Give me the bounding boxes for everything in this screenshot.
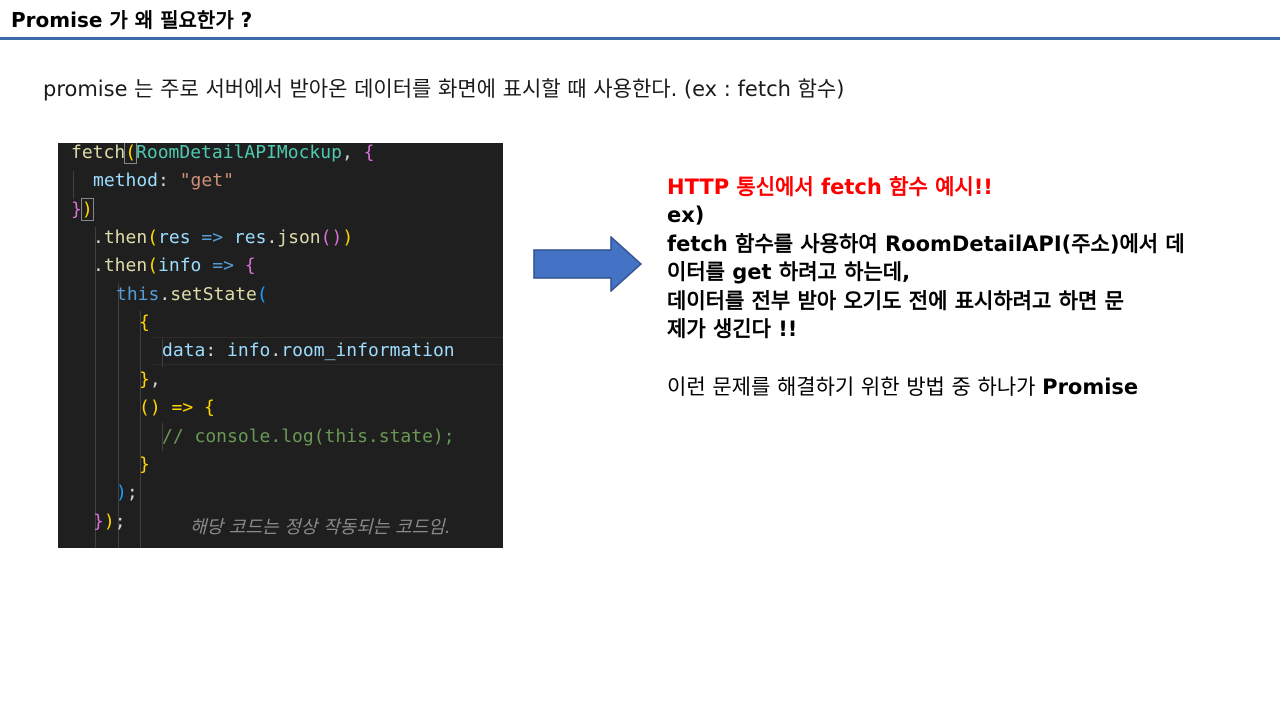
code-line-3: }) [71,198,94,221]
slide-title: Promise 가 왜 필요한가 ? [11,8,253,32]
code-line-11: // console.log(this.state); [162,426,455,447]
code-line-12: } [139,454,150,475]
code-line-13: ); [116,482,138,503]
explain-heading: HTTP 통신에서 fetch 함수 예시!! [667,175,993,199]
code-line-1: fetch(RoomDetailAPIMockup, { [71,143,375,164]
code-note: 해당 코드는 정상 작동되는 코드임. [190,517,451,538]
explain-line: 이터를 get 하려고 하는데, [667,260,911,284]
explain-line: ex) [667,203,705,227]
code-line-2: method: "get" [93,170,234,191]
promise-keyword: Promise [1042,375,1139,399]
title-underline [0,37,1280,40]
code-line-6: this.setState( [116,284,268,305]
code-screenshot: fetch(RoomDetailAPIMockup, { method: "ge… [58,143,503,548]
indent-guide [140,311,141,548]
right-arrow-icon [533,236,643,292]
code-line-4: .then(res => res.json()) [93,227,354,248]
code-line-14: }); [93,511,126,532]
intro-text: promise 는 주로 서버에서 받아온 데이터를 화면에 표시할 때 사용한… [43,77,845,101]
code-line-5: .then(info => { [93,255,256,276]
indent-guide [73,171,74,199]
conclusion-text: 이런 문제를 해결하기 위한 방법 중 하나가 Promise [667,375,1139,399]
explain-line: fetch 함수를 사용하여 RoomDetailAPI(주소)에서 데 [667,232,1185,256]
code-line-8: data: info.room_information [162,340,455,361]
code-line-9: }, [139,369,161,390]
explain-line: 데이터를 전부 받아 오기도 전에 표시하려고 하면 문 [667,289,1124,313]
code-line-10: () => { [139,397,215,418]
code-line-7: { [139,312,150,333]
explain-line: 제가 생긴다 !! [667,317,798,341]
